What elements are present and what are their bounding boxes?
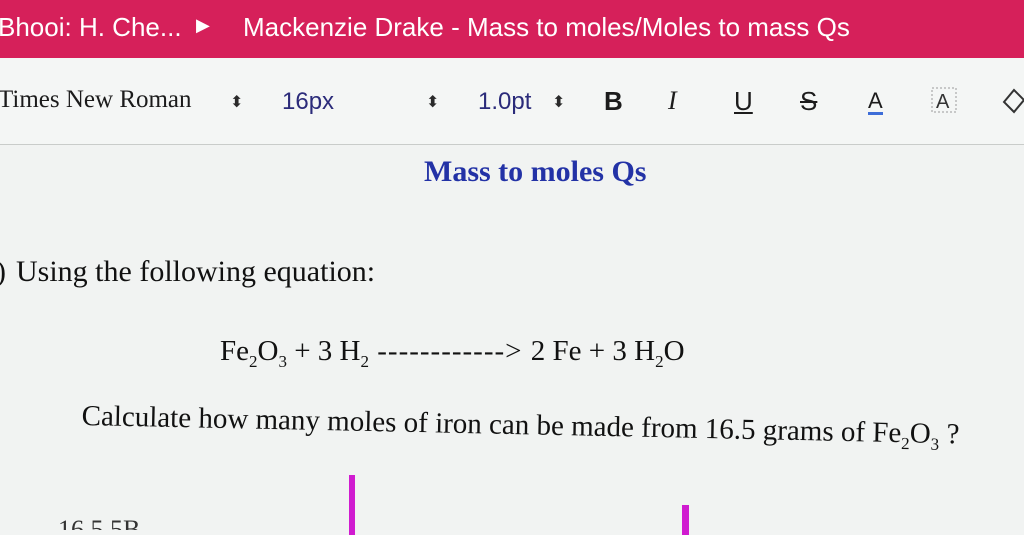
eq-plus-h: + 3 H (286, 335, 361, 367)
text-cursor (349, 475, 355, 535)
eq-sub-2: 2 (249, 351, 258, 371)
svg-text:A: A (936, 91, 950, 113)
calc-text: Calculate how many moles of iron can be … (81, 400, 902, 450)
answer-partial-text: 16.5 5B (58, 515, 141, 530)
font-family-spin-icon[interactable]: ⬍ (230, 92, 243, 112)
highlighter-icon[interactable]: A (930, 86, 958, 114)
text-cursor-secondary (682, 505, 689, 535)
calc-end: ? (938, 417, 960, 451)
breadcrumb-parent[interactable]: Bhooi: H. Che... (0, 12, 182, 43)
line-height-spin-icon[interactable]: ⬍ (552, 92, 565, 112)
eq-products: 2 Fe + 3 H (530, 335, 656, 367)
document-title: Mass to moles Qs (424, 155, 647, 188)
eq-sub-3: 3 (278, 351, 287, 371)
line-height-select[interactable]: 1.0pt (478, 88, 531, 116)
eq-water-sub: 2 (655, 351, 664, 371)
font-family-select[interactable]: Times New Roman (0, 86, 192, 114)
italic-button[interactable]: I (668, 86, 677, 116)
eraser-icon[interactable] (998, 84, 1024, 114)
font-size-select[interactable]: 16px (282, 88, 334, 116)
question-number: ) (0, 255, 6, 289)
eq-water-o: O (663, 335, 685, 367)
eq-arrow: ------------> (369, 335, 531, 367)
calculate-prompt: Calculate how many moles of iron can be … (81, 400, 959, 455)
font-size-spin-icon[interactable]: ⬍ (426, 92, 439, 112)
strikethrough-button[interactable]: S (800, 86, 817, 117)
page-title: Mackenzie Drake - Mass to moles/Moles to… (243, 12, 850, 42)
calc-sub-3: 3 (930, 434, 940, 454)
document-body[interactable]: Mass to moles Qs ) Using the following e… (0, 145, 1024, 535)
calc-o: O (909, 417, 932, 450)
eq-fe: Fe (220, 335, 249, 367)
formatting-toolbar: Times New Roman ⬍ 16px ⬍ 1.0pt ⬍ B I U S… (0, 58, 1024, 145)
bold-button[interactable]: B (604, 86, 623, 117)
text-color-button[interactable]: A (868, 90, 883, 115)
caret-right-icon: ▶ (196, 15, 210, 35)
underline-button[interactable]: U (734, 86, 753, 117)
title-bar: Bhooi: H. Che... ▶ Mackenzie Drake - Mas… (0, 0, 1024, 58)
chemical-equation: Fe2O3 + 3 H2 ------------> 2 Fe + 3 H2O (220, 335, 685, 372)
eq-h-sub: 2 (360, 351, 370, 371)
question-text: Using the following equation: (16, 255, 376, 288)
eq-o: O (257, 335, 279, 367)
